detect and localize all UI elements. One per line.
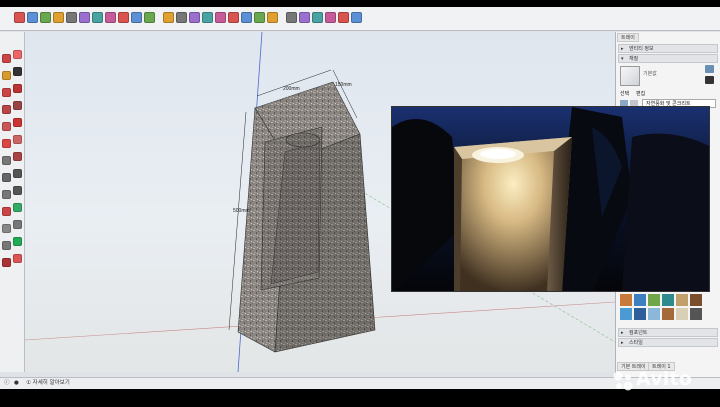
material-swatch[interactable] [662,294,674,306]
pan-tool-icon[interactable] [2,224,11,233]
scale-tool-icon[interactable] [13,135,22,144]
walk-tool-icon[interactable] [13,237,22,246]
dimension-tool-icon[interactable] [13,169,22,178]
erase-icon[interactable] [92,12,103,23]
lamp-hole-inner [286,133,320,147]
collapse-arrow-icon: ▸ [621,340,624,346]
model-info-icon[interactable] [144,12,155,23]
shaded-icon[interactable] [325,12,336,23]
avito-watermark: Avito [612,368,693,391]
material-swatch[interactable] [634,294,646,306]
material-preview-swatch [620,66,640,86]
top-view-icon[interactable] [215,12,226,23]
protractor-tool-icon[interactable] [2,190,11,199]
move-tool-icon[interactable] [13,118,22,127]
line-tool-icon[interactable] [13,67,22,76]
material-swatch[interactable] [676,308,688,320]
sample-paint-icon[interactable] [705,76,714,84]
select-icon[interactable] [163,12,174,23]
material-swatch[interactable] [676,294,688,306]
monochrome-icon[interactable] [351,12,362,23]
avito-wordmark: Avito [636,368,693,390]
material-swatch[interactable] [690,294,702,306]
front-view-icon[interactable] [228,12,239,23]
entity-info-title: 엔티티 정보 [629,46,654,52]
material-swatch[interactable] [620,308,632,320]
material-swatch[interactable] [648,294,660,306]
undo-icon[interactable] [105,12,116,23]
zoom-tool-icon[interactable] [13,220,22,229]
tab-select[interactable]: 선택 [620,90,629,97]
follow-me-tool-icon[interactable] [13,152,22,161]
open-folder-icon[interactable] [27,12,38,23]
lamp-photo [391,106,710,292]
right-view-icon[interactable] [241,12,252,23]
dim-height-label: 500mm [233,208,250,214]
styles-panel-header[interactable]: ▸ 스타일 [618,338,718,347]
section-tool-icon[interactable] [13,254,22,263]
back-view-icon[interactable] [254,12,265,23]
textured-icon[interactable] [338,12,349,23]
materials-panel-header[interactable]: ▾ 재질 [618,54,718,63]
offset-tool-icon[interactable] [2,156,11,165]
entity-info-panel-header[interactable]: ▸ 엔티티 정보 [618,44,718,53]
components-panel-header[interactable]: ▸ 컴포넌트 [618,328,718,337]
pushpull-tool-icon[interactable] [2,122,11,131]
look-around-tool-icon[interactable] [2,258,11,267]
material-swatch[interactable] [620,294,632,306]
axes-tool-icon[interactable] [2,207,11,216]
material-swatch[interactable] [634,308,646,320]
print-icon[interactable] [131,12,142,23]
arc-tool-icon[interactable] [2,88,11,97]
copy-icon[interactable] [66,12,77,23]
material-swatch-grid[interactable] [620,294,718,326]
rectangle-tool-icon[interactable] [13,84,22,93]
main-toolbar [0,7,720,31]
material-swatch[interactable] [662,308,674,320]
dim-depth-label: 150mm [335,82,352,88]
orbit-tool-icon[interactable] [13,203,22,212]
wireframe-icon[interactable] [299,12,310,23]
info-icon: ⓘ [4,380,10,386]
cut-icon[interactable] [53,12,64,23]
create-material-icon[interactable] [705,65,714,73]
material-name-field[interactable]: 기본값 [643,70,699,78]
iso-view-icon[interactable] [202,12,213,23]
geo-icon: ● [14,380,19,386]
concrete-lamp-block[interactable] [237,81,376,353]
paste-icon[interactable] [79,12,90,23]
left-toolbar [0,32,25,372]
zoom-extents-tool-icon[interactable] [2,241,11,250]
expand-arrow-icon: ▾ [621,56,624,62]
rotate-tool-icon[interactable] [2,139,11,148]
hidden-line-icon[interactable] [312,12,323,23]
collapse-arrow-icon: ▸ [621,46,624,52]
circle-tool-icon[interactable] [2,105,11,114]
save-icon[interactable] [40,12,51,23]
select-tool-icon[interactable] [2,54,11,63]
redo-icon[interactable] [118,12,129,23]
left-view-icon[interactable] [267,12,278,23]
paint-tool-icon[interactable] [2,71,11,80]
new-file-icon[interactable] [14,12,25,23]
tape-tool-icon[interactable] [2,173,11,182]
status-hint: ① 자세히 알아보기 [26,380,70,386]
tray-tab-default[interactable]: 트레이 [617,33,639,42]
polygon-tool-icon[interactable] [13,101,22,110]
components-title: 컴포넌트 [629,330,648,336]
tab-edit[interactable]: 편집 [636,90,645,97]
lamp-photo-image [392,107,709,291]
component-icon[interactable] [176,12,187,23]
avito-logo-icon [613,371,633,391]
styles-title: 스타일 [629,340,643,346]
dim-width-label: 200mm [283,86,300,92]
xray-icon[interactable] [286,12,297,23]
materials-title: 재질 [629,56,639,62]
eraser-tool-icon[interactable] [13,50,22,59]
material-swatch[interactable] [648,308,660,320]
text-tool-icon[interactable] [13,186,22,195]
material-swatch[interactable] [690,308,702,320]
paint-bucket-icon[interactable] [189,12,200,23]
collapse-arrow-icon: ▸ [621,330,624,336]
